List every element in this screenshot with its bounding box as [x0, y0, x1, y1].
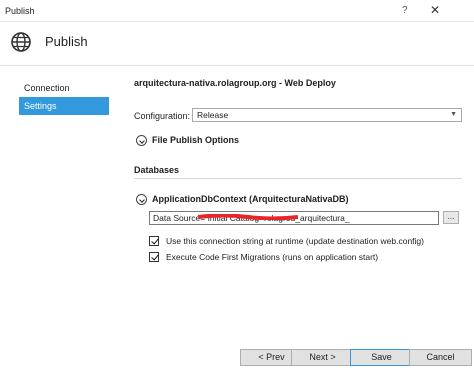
- code-first-migrations-checkbox[interactable]: [149, 252, 159, 262]
- use-connection-string-checkbox[interactable]: [149, 236, 159, 246]
- redaction-scribble: [198, 214, 298, 220]
- chevron-down-icon: ▼: [450, 111, 457, 118]
- title-bar: Publish ? ✕: [0, 0, 474, 22]
- use-connection-string-label: Use this connection string at runtime (u…: [166, 236, 424, 246]
- globe-icon: [9, 30, 33, 54]
- file-publish-options-expander-icon[interactable]: [136, 135, 147, 146]
- dialog-header: Publish: [0, 22, 474, 66]
- file-publish-options-label[interactable]: File Publish Options: [152, 135, 239, 145]
- databases-divider: [134, 178, 462, 179]
- window-title: Publish: [5, 6, 35, 16]
- configuration-value: Release: [197, 110, 229, 120]
- configuration-dropdown[interactable]: Release ▼: [192, 108, 462, 122]
- next-button[interactable]: Next >: [291, 349, 354, 366]
- page-title: arquitectura-nativa.rolagroup.org - Web …: [134, 78, 336, 88]
- settings-panel: arquitectura-nativa.rolagroup.org - Web …: [118, 66, 474, 345]
- sidebar: Connection Settings: [0, 66, 118, 345]
- code-first-migrations-label: Execute Code First Migrations (runs on a…: [166, 252, 379, 262]
- dialog-title: Publish: [45, 34, 88, 49]
- sidebar-item-connection[interactable]: Connection: [19, 79, 109, 97]
- configuration-label: Configuration:: [134, 111, 191, 121]
- cancel-button[interactable]: Cancel: [409, 349, 472, 366]
- help-button[interactable]: ?: [402, 5, 408, 16]
- databases-heading: Databases: [134, 165, 180, 175]
- dialog-footer: < Prev Next > Save Cancel: [0, 345, 474, 377]
- db-context-label[interactable]: ApplicationDbContext (ArquitecturaNativa…: [152, 194, 349, 204]
- close-button[interactable]: ✕: [428, 3, 442, 17]
- sidebar-item-settings[interactable]: Settings: [19, 97, 109, 115]
- db-context-expander-icon[interactable]: [136, 194, 147, 205]
- save-button[interactable]: Save: [350, 349, 413, 366]
- connection-string-browse-button[interactable]: ...: [443, 211, 459, 224]
